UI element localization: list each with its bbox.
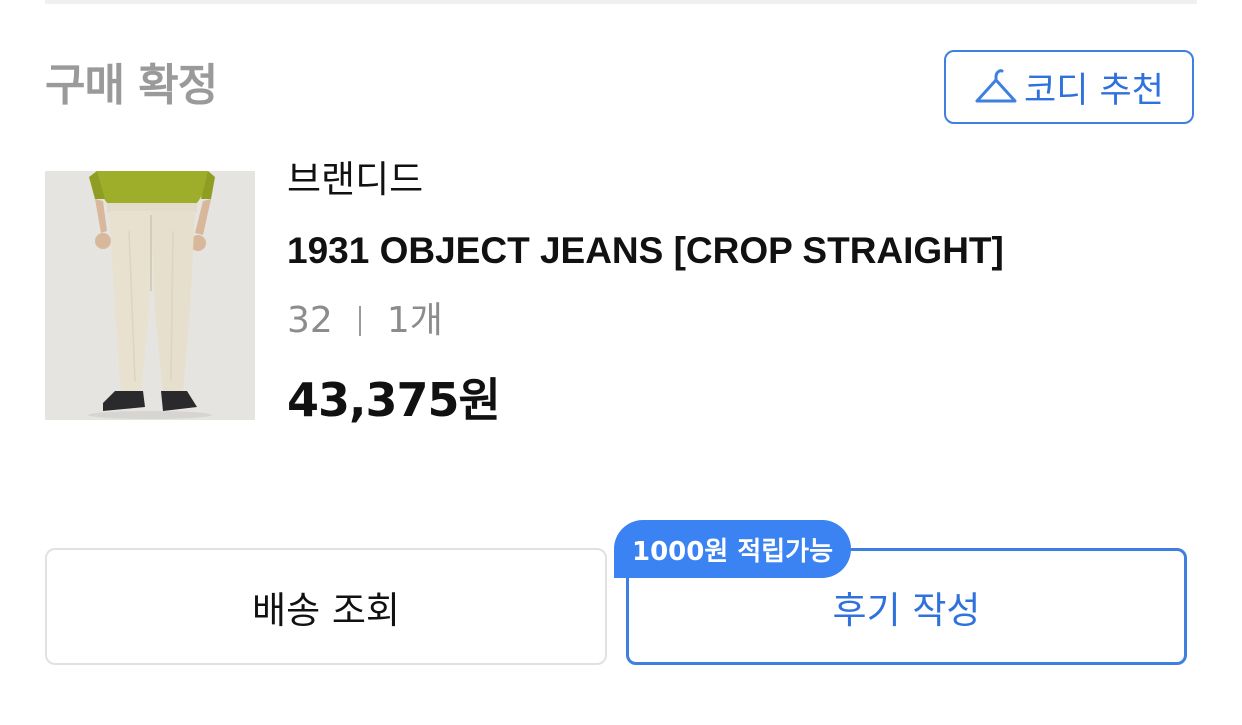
track-delivery-button[interactable]: 배송 조회 <box>45 548 607 665</box>
product-image[interactable] <box>45 171 255 420</box>
write-review-label: 후기 작성 <box>832 588 981 632</box>
coordi-recommend-button[interactable]: 코디 추천 <box>944 50 1194 124</box>
brand-name[interactable]: 브랜디드 <box>287 156 423 204</box>
product-price: 43,375원 <box>287 373 501 427</box>
order-status: 구매 확정 <box>45 60 218 111</box>
order-card: 구매 확정 코디 추천 브랜디드 1931 OBJECT JEANS [CROP… <box>0 0 1242 725</box>
size-value: 32 <box>287 300 333 341</box>
quantity-value: 1개 <box>386 300 443 341</box>
track-delivery-label: 배송 조회 <box>252 588 400 632</box>
coordi-recommend-label: 코디 추천 <box>1024 70 1164 111</box>
product-options: 32 1개 <box>287 298 443 344</box>
jeans-photo <box>45 171 255 420</box>
option-separator <box>358 306 361 336</box>
product-name[interactable]: 1931 OBJECT JEANS [CROP STRAIGHT] <box>287 228 1004 274</box>
hanger-icon <box>975 69 1017 103</box>
review-reward-badge: 1000원 적립가능 <box>614 520 852 578</box>
divider <box>45 0 1197 4</box>
